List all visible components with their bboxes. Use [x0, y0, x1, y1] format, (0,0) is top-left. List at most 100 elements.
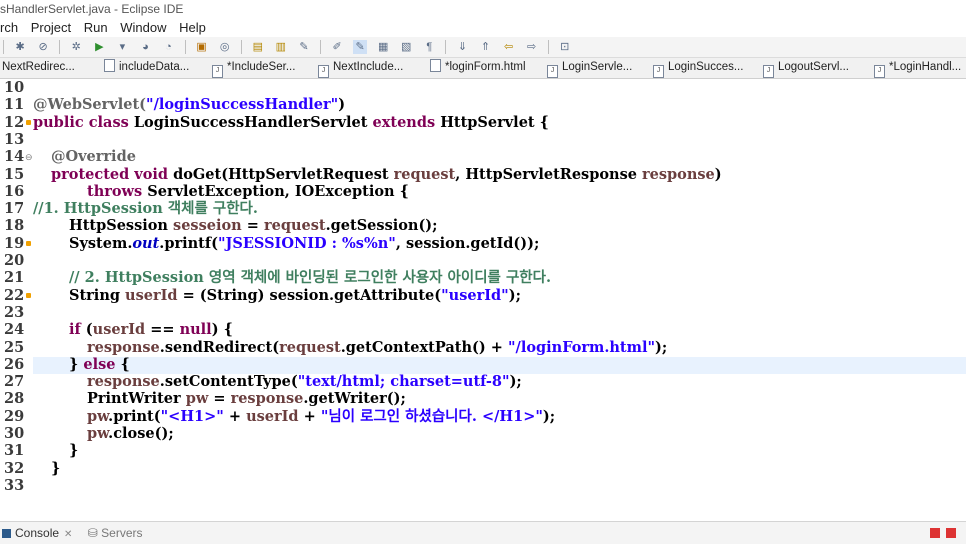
remove-launch-icon[interactable] — [946, 528, 956, 538]
code-line-18: HttpSession sesseion = request.getSessio… — [69, 217, 438, 235]
debug-icon[interactable]: ✱ — [13, 40, 27, 54]
terminate-icon[interactable] — [930, 528, 940, 538]
line-number: 22 — [4, 286, 25, 304]
pilcrow-icon[interactable]: ¶ — [422, 40, 436, 54]
toggle-block-icon[interactable]: ▦ — [376, 40, 390, 54]
code-line-12: public class LoginSuccessHandlerServlet … — [33, 114, 549, 132]
line-number: 31 — [4, 442, 25, 460]
code-line-31: } — [69, 442, 79, 460]
code-token: } — [69, 355, 84, 373]
external-tools-icon[interactable]: ◔ — [162, 40, 176, 54]
pin-icon[interactable]: ⊡ — [558, 40, 572, 54]
code-token: + — [223, 407, 247, 425]
line-number: 24 — [4, 321, 25, 339]
tab-label: *IncludeSer... — [227, 61, 296, 73]
code-token: = — [208, 390, 231, 408]
highlight-icon[interactable]: ✎ — [353, 40, 368, 54]
run-icon[interactable]: ▶ — [92, 40, 106, 54]
code-line-25: response.sendRedirect(request.getContext… — [87, 339, 667, 357]
tab-label: NextRedirec... — [2, 61, 75, 73]
code-token: .getContextPath() + — [340, 338, 508, 356]
dropdown-icon[interactable]: ▾ — [115, 40, 129, 54]
show-whitespace-icon[interactable]: ▧ — [399, 40, 413, 54]
code-token: ) — [714, 165, 722, 183]
code-token: ); — [508, 286, 521, 304]
code-token: extends — [372, 113, 441, 131]
code-token: .getWriter(); — [303, 390, 406, 408]
console-tab-label: Console — [15, 526, 60, 540]
tab-login-success[interactable]: J LoginSucces... — [653, 58, 743, 78]
java-file-icon: J — [547, 65, 558, 78]
tab-login-servlet[interactable]: J LoginServle... — [547, 58, 632, 78]
close-icon[interactable]: ✕ — [64, 529, 72, 540]
bottom-panel-tabs: Console ✕ ⛁ Servers — [0, 521, 966, 544]
skip-icon[interactable]: ⊘ — [36, 40, 50, 54]
menu-project[interactable]: Project — [31, 20, 71, 35]
line-number: 15 — [4, 165, 25, 183]
code-token: , session.getId()); — [395, 234, 540, 252]
next-annotation-icon[interactable]: ⇓ — [455, 40, 469, 54]
code-line-32: } — [51, 459, 61, 477]
code-token: userId — [125, 286, 178, 304]
menu-help[interactable]: Help — [179, 20, 206, 35]
forward-icon[interactable]: ⇨ — [525, 40, 539, 54]
tab-next-include[interactable]: J NextInclude... — [318, 58, 403, 78]
console-tab[interactable]: Console ✕ — [2, 522, 72, 546]
code-token: System. — [69, 234, 133, 252]
line-number: 27 — [4, 373, 25, 391]
code-token: "/loginSuccessHandler" — [146, 96, 339, 114]
tab-next-redirect[interactable]: NextRedirec... — [2, 58, 75, 78]
tab-login-handler[interactable]: J *LoginHandl... — [874, 58, 961, 78]
open-type-icon[interactable]: ▤ — [251, 40, 265, 54]
line-number: 18 — [4, 217, 25, 235]
tab-login-form[interactable]: *loginForm.html — [430, 58, 526, 78]
warning-marker-icon[interactable] — [26, 120, 31, 125]
code-line-24: if (userId == null) { — [69, 321, 233, 339]
search-icon[interactable]: ✎ — [297, 40, 311, 54]
warning-marker-icon[interactable] — [26, 293, 31, 298]
mark-occurrences-icon[interactable]: ✐ — [330, 40, 344, 54]
code-token: ) — [338, 96, 346, 114]
panel-actions — [924, 522, 956, 544]
code-token: .print( — [108, 407, 161, 425]
line-number: 10 — [4, 79, 25, 96]
code-token: "userId" — [441, 286, 509, 304]
tab-include-servlet[interactable]: J *IncludeSer... — [212, 58, 295, 78]
java-file-icon: J — [874, 65, 885, 78]
menu-run[interactable]: Run — [84, 20, 108, 35]
code-token: ); — [509, 373, 522, 391]
window-title: sHandlerServlet.java - Eclipse IDE — [0, 2, 184, 16]
web-icon[interactable]: ◎ — [218, 40, 232, 54]
line-number: 17 — [4, 200, 25, 218]
code-line-28: PrintWriter pw = response.getWriter(); — [87, 390, 406, 408]
tab-logout-servlet[interactable]: J LogoutServl... — [763, 58, 849, 78]
fold-collapse-icon[interactable]: ⊖ — [25, 152, 33, 163]
tab-label: LoginSucces... — [668, 61, 744, 73]
coverage-icon[interactable]: ◕ — [138, 40, 152, 54]
code-token: doGet(HttpServletRequest — [173, 165, 394, 183]
code-token: userId — [246, 407, 299, 425]
prev-annotation-icon[interactable]: ⇑ — [479, 40, 493, 54]
code-token: userId — [92, 321, 146, 339]
code-token: null — [179, 321, 212, 339]
back-icon[interactable]: ⇦ — [502, 40, 516, 54]
code-token: String — [69, 286, 126, 304]
line-number: 11 — [4, 96, 25, 114]
code-token: = — [241, 217, 264, 235]
open-task-icon[interactable]: ▥ — [274, 40, 288, 54]
code-token: sesseion — [173, 217, 242, 235]
code-token: else — [83, 355, 121, 373]
code-editor[interactable]: 10 11 12 13 14 15 16 17 18 19 20 21 22 2… — [0, 79, 966, 497]
warning-marker-icon[interactable] — [26, 241, 31, 246]
servers-tab[interactable]: ⛁ Servers — [88, 522, 143, 544]
tab-include-data[interactable]: includeData... — [104, 58, 189, 78]
menu-search[interactable]: rch — [0, 20, 18, 35]
code-token: out — [132, 234, 160, 252]
line-number: 33 — [4, 476, 25, 494]
code-token: throws — [87, 182, 148, 200]
menu-bar: rch Project Run Window Help — [0, 19, 966, 37]
menu-window[interactable]: Window — [120, 20, 166, 35]
main-toolbar: ✱ ⊘ ✲ ▶ ▾ ◕ ◔ ▣ ◎ ▤ ▥ ✎ ✐ ✎ ▦ ▧ ¶ ⇓ ⇑ ⇦ … — [0, 37, 966, 58]
settings-icon[interactable]: ✲ — [69, 40, 83, 54]
new-class-icon[interactable]: ▣ — [195, 40, 209, 54]
